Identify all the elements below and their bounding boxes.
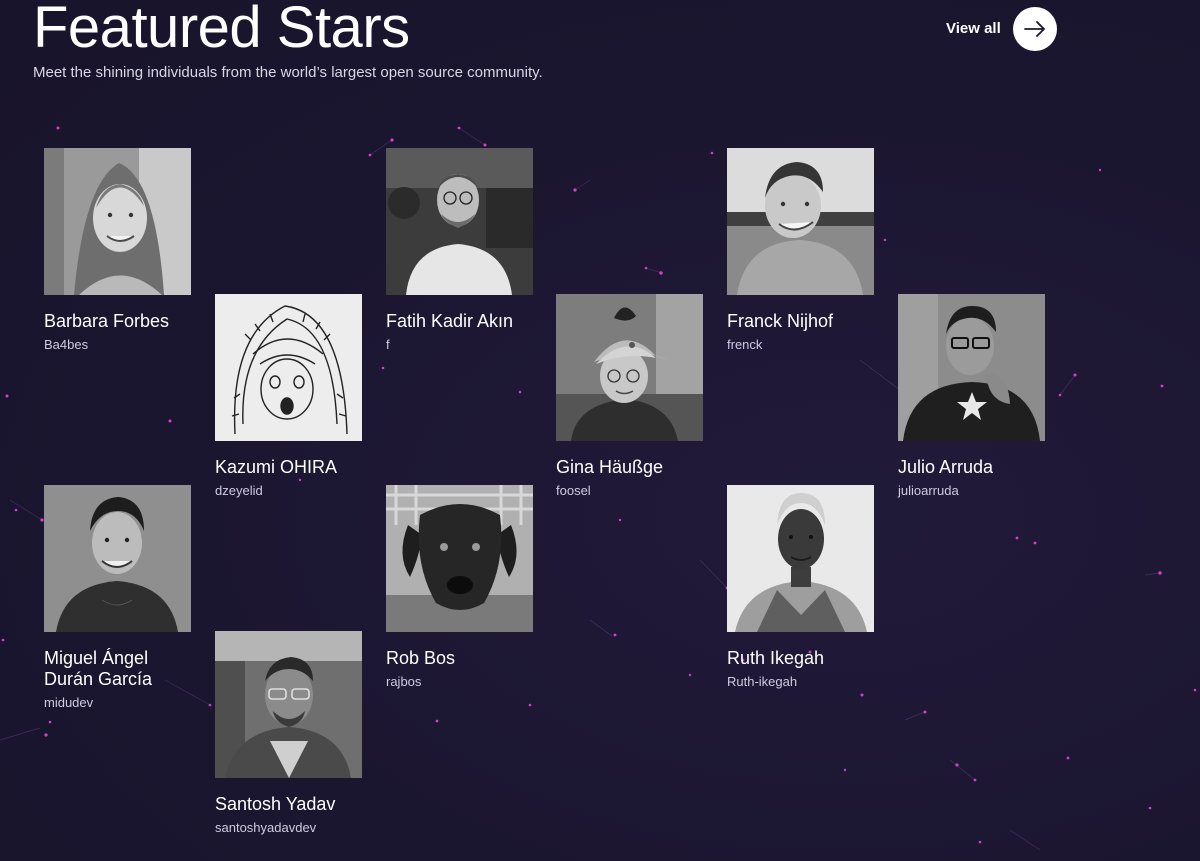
star-card[interactable]: Miguel Ángel Durán García midudev (44, 485, 191, 711)
star-handle: dzeyelid (215, 483, 263, 498)
star-handle: midudev (44, 695, 94, 710)
star-card[interactable]: Rob Bos rajbos (386, 485, 533, 690)
page-subtitle: Meet the shining individuals from the wo… (33, 64, 543, 81)
star-name[interactable]: Gina Häußge (556, 457, 703, 478)
star-handle: frenck (727, 337, 763, 352)
arrow-right-icon (1024, 21, 1045, 37)
star-card[interactable]: Julio Arruda julioarruda (898, 294, 1045, 499)
star-name[interactable]: Barbara Forbes (44, 311, 191, 332)
page-title: Featured Stars (33, 0, 410, 60)
star-handle: Ruth-ikegah (727, 674, 798, 689)
star-card[interactable]: Ruth Ikegah Ruth-ikegah (727, 485, 874, 690)
avatar[interactable] (44, 485, 191, 632)
star-name[interactable]: Franck Nijhof (727, 311, 874, 332)
avatar[interactable] (556, 294, 703, 441)
star-card[interactable]: Kazumi OHIRA dzeyelid (215, 294, 362, 499)
view-all-link[interactable]: View all (946, 19, 1001, 39)
avatar[interactable] (727, 485, 874, 632)
avatar[interactable] (727, 148, 874, 295)
star-handle: julioarruda (898, 483, 959, 498)
star-handle: foosel (556, 483, 591, 498)
star-name[interactable]: Miguel Ángel Durán García (44, 648, 191, 690)
star-card[interactable]: Barbara Forbes Ba4bes (44, 148, 191, 353)
star-name[interactable]: Santosh Yadav (215, 794, 362, 815)
star-card[interactable]: Franck Nijhof frenck (727, 148, 874, 353)
star-handle: Ba4bes (44, 337, 89, 352)
avatar[interactable] (215, 294, 362, 441)
avatar[interactable] (44, 148, 191, 295)
star-handle: rajbos (386, 674, 422, 689)
view-all-button[interactable] (1013, 7, 1057, 51)
star-name[interactable]: Rob Bos (386, 648, 533, 669)
featured-stars-section: Featured Stars Meet the shining individu… (0, 0, 1200, 861)
avatar[interactable] (215, 631, 362, 778)
star-handle: santoshyadavdev (215, 820, 317, 835)
star-card[interactable]: Fatih Kadir Akın f (386, 148, 533, 353)
star-name[interactable]: Kazumi OHIRA (215, 457, 362, 478)
star-name[interactable]: Julio Arruda (898, 457, 1045, 478)
avatar[interactable] (386, 485, 533, 632)
avatar[interactable] (898, 294, 1045, 441)
star-name[interactable]: Ruth Ikegah (727, 648, 874, 669)
star-handle: f (386, 337, 390, 352)
avatar[interactable] (386, 148, 533, 295)
star-card[interactable]: Gina Häußge foosel (556, 294, 703, 499)
star-card[interactable]: Santosh Yadav santoshyadavdev (215, 631, 362, 836)
star-name[interactable]: Fatih Kadir Akın (386, 311, 533, 332)
